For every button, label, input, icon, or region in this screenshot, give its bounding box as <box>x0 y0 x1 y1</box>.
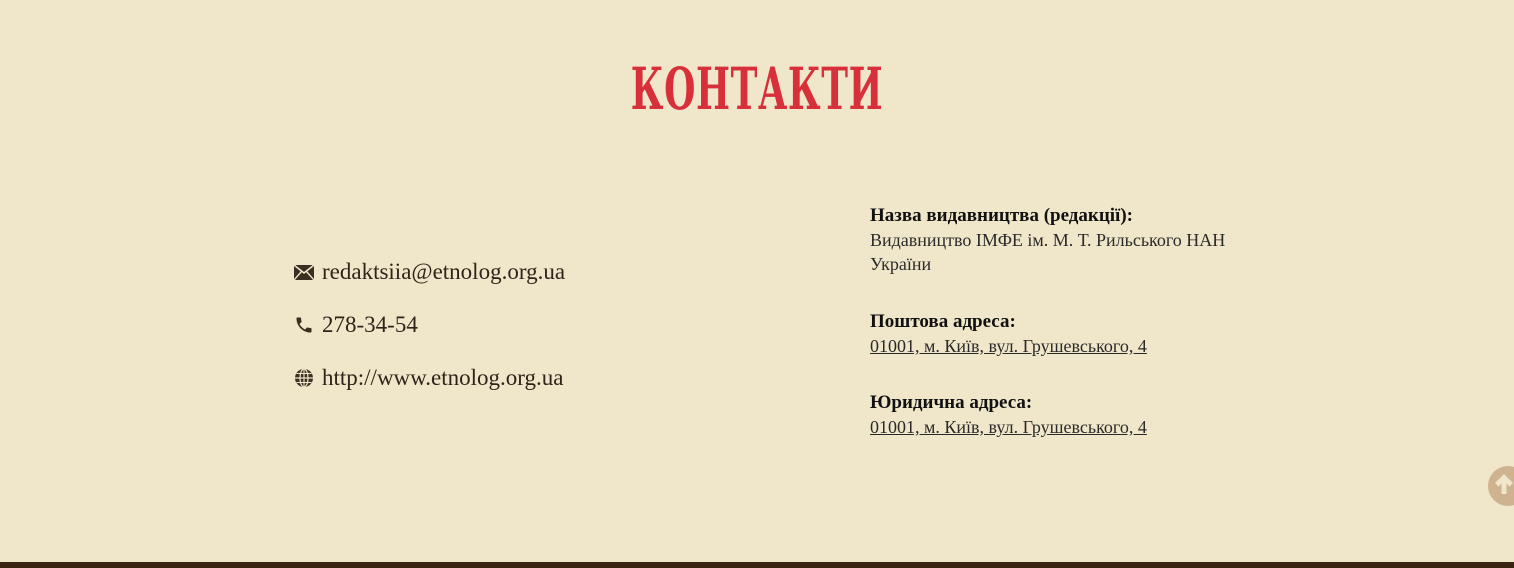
envelope-icon <box>293 261 315 283</box>
publisher-block: Назва видавництва (редакції): Видавництв… <box>870 204 1290 276</box>
contacts-list: redaktsiia@etnolog.org.ua 278-34-54 http… <box>293 253 773 412</box>
page-title: КОНТАКТИ <box>630 55 884 123</box>
legal-address-heading: Юридична адреса: <box>870 392 1033 413</box>
legal-address-block: Юридична адреса: 01001, м. Київ, вул. Гр… <box>870 391 1290 439</box>
website-link[interactable]: http://www.etnolog.org.ua <box>293 359 773 397</box>
phone-text: 278-34-54 <box>322 312 418 337</box>
postal-address-link[interactable]: 01001, м. Київ, вул. Грушевського, 4 <box>870 334 1147 358</box>
arrow-up-icon <box>1493 472 1514 501</box>
phone-icon <box>293 314 315 336</box>
phone-link[interactable]: 278-34-54 <box>293 306 773 344</box>
postal-address-heading: Поштова адреса: <box>870 311 1016 332</box>
website-text: http://www.etnolog.org.ua <box>322 365 564 390</box>
postal-address-block: Поштова адреса: 01001, м. Київ, вул. Гру… <box>870 310 1290 358</box>
publisher-heading: Назва видавництва (редакції): <box>870 205 1133 226</box>
footer-bar <box>0 562 1514 568</box>
publisher-name: Видавництво ІМФЕ ім. М. Т. Рильського НА… <box>870 230 1226 274</box>
legal-address-link[interactable]: 01001, м. Київ, вул. Грушевського, 4 <box>870 415 1147 439</box>
scroll-to-top-button[interactable] <box>1488 466 1514 506</box>
globe-icon <box>293 367 315 389</box>
organization-details: Назва видавництва (редакції): Видавництв… <box>870 204 1290 472</box>
email-text: redaktsiia@etnolog.org.ua <box>322 259 566 284</box>
email-link[interactable]: redaktsiia@etnolog.org.ua <box>293 253 773 291</box>
